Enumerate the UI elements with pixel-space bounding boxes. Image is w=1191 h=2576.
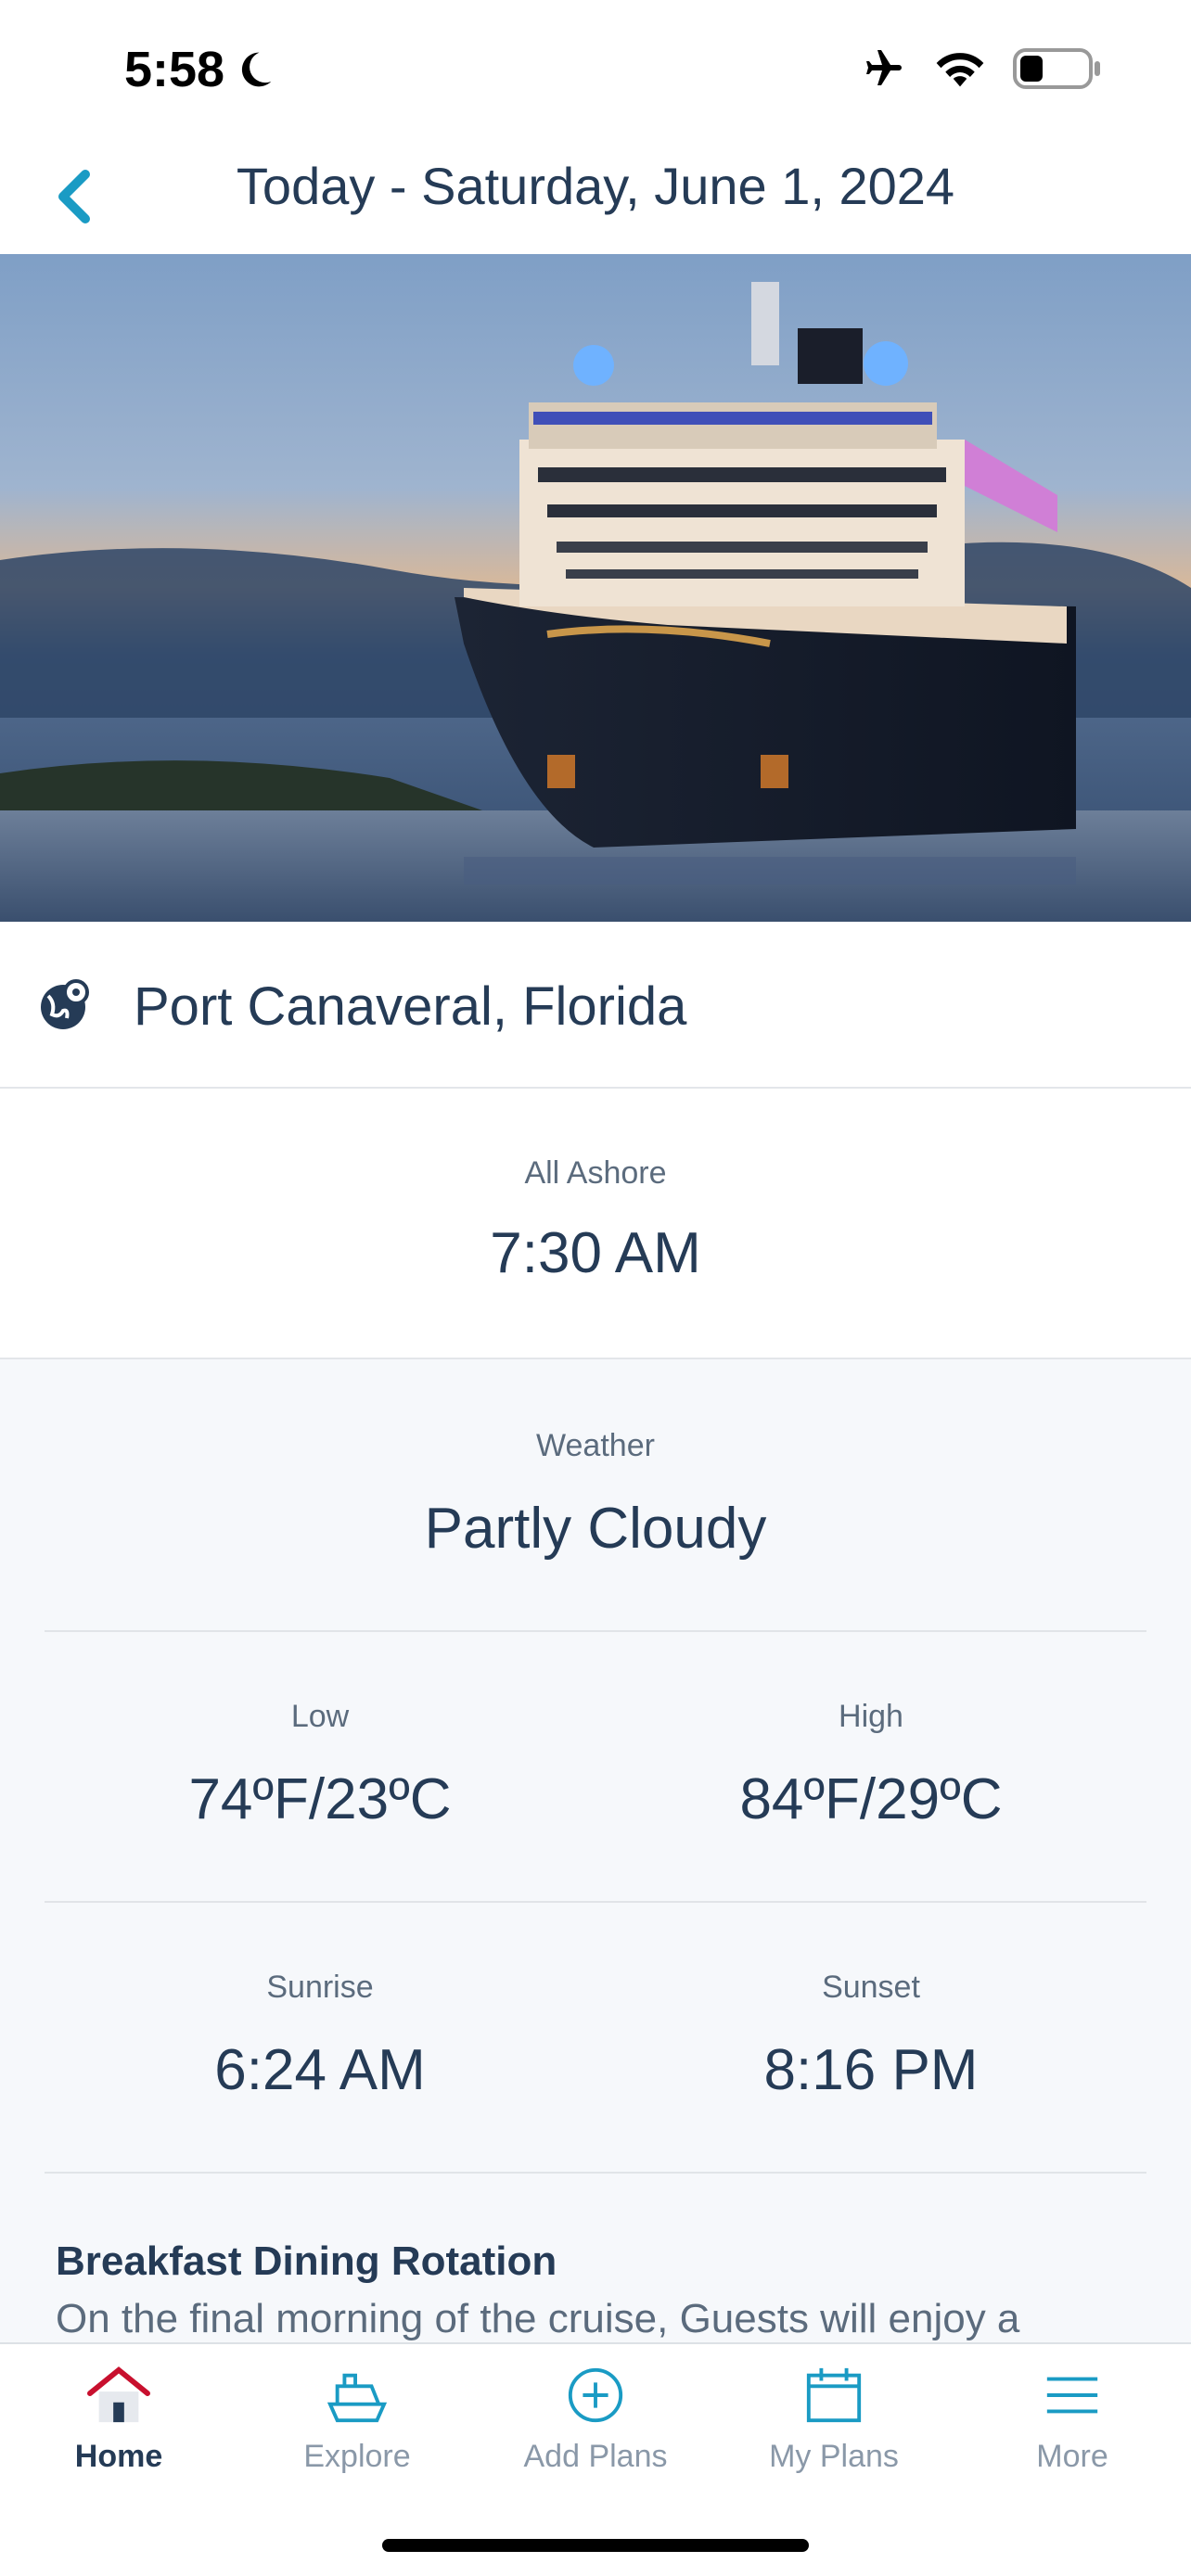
tab-home[interactable]: Home (0, 2365, 237, 2475)
divider (45, 1630, 1146, 1632)
status-time: 5:58 (124, 41, 275, 98)
battery-icon (1013, 48, 1100, 89)
page-title: Today - Saturday, June 1, 2024 (236, 157, 955, 215)
tab-my-plans[interactable]: My Plans (715, 2365, 953, 2475)
sunset-cell: Sunset 8:16 PM (596, 1970, 1146, 2103)
high-value: 84ºF/29ºC (739, 1767, 1003, 1831)
ship-icon (327, 2373, 388, 2423)
tab-more[interactable]: More (954, 2365, 1191, 2475)
high-label: High (839, 1699, 903, 1734)
sunset-value: 8:16 PM (763, 2038, 979, 2102)
divider (45, 1901, 1146, 1903)
calendar-icon (806, 2367, 862, 2423)
weather-value: Partly Cloudy (424, 1497, 767, 1561)
tab-add-plans[interactable]: Add Plans (477, 2365, 714, 2475)
low-label: Low (290, 1699, 350, 1734)
dining-text: On the final morning of the cruise, Gues… (56, 2296, 1020, 2341)
tab-add-plans-label: Add Plans (523, 2439, 668, 2474)
all-ashore-section: All Ashore 7:30 AM (0, 1089, 1191, 1359)
clock-text: 5:58 (124, 42, 225, 97)
menu-icon (1046, 2377, 1098, 2414)
home-indicator (382, 2539, 809, 2552)
moon-icon (242, 52, 272, 87)
divider (45, 2172, 1146, 2174)
plus-circle-icon (568, 2367, 623, 2423)
tab-explore-label: Explore (303, 2439, 411, 2474)
wifi-icon (936, 53, 984, 87)
low-temp-cell: Low 74ºF/23ºC (45, 1699, 596, 1832)
sunrise-label: Sunrise (266, 1970, 374, 2005)
port-row: Port Canaveral, Florida (0, 922, 1191, 1089)
weather-label: Weather (536, 1428, 655, 1463)
globe-pin-icon (41, 979, 89, 1029)
hero-image (0, 254, 1191, 922)
tab-my-plans-label: My Plans (769, 2439, 899, 2474)
airplane-icon (866, 50, 902, 85)
cruise-ship-photo (0, 254, 1191, 922)
tab-more-label: More (1036, 2439, 1108, 2474)
tab-explore[interactable]: Explore (238, 2365, 476, 2475)
status-icons (855, 46, 1102, 91)
weather-section: Weather Partly Cloudy Low 74ºF/23ºC High… (0, 1359, 1191, 2342)
sunset-label: Sunset (822, 1970, 920, 2005)
port-name: Port Canaveral, Florida (134, 976, 687, 1037)
high-temp-cell: High 84ºF/29ºC (596, 1699, 1146, 1832)
sunrise-cell: Sunrise 6:24 AM (45, 1970, 596, 2103)
tab-home-label: Home (74, 2439, 163, 2474)
status-bar: 5:58 (0, 0, 1191, 139)
sunrise-value: 6:24 AM (214, 2038, 426, 2102)
all-ashore-label: All Ashore (524, 1155, 667, 1191)
dining-title: Breakfast Dining Rotation (56, 2238, 557, 2284)
all-ashore-time: 7:30 AM (490, 1221, 701, 1285)
weather-cell: Weather Partly Cloudy (0, 1428, 1191, 1562)
nav-bar: Today - Saturday, June 1, 2024 (0, 139, 1191, 254)
low-value: 74ºF/23ºC (188, 1767, 452, 1831)
home-icon (87, 2366, 150, 2423)
